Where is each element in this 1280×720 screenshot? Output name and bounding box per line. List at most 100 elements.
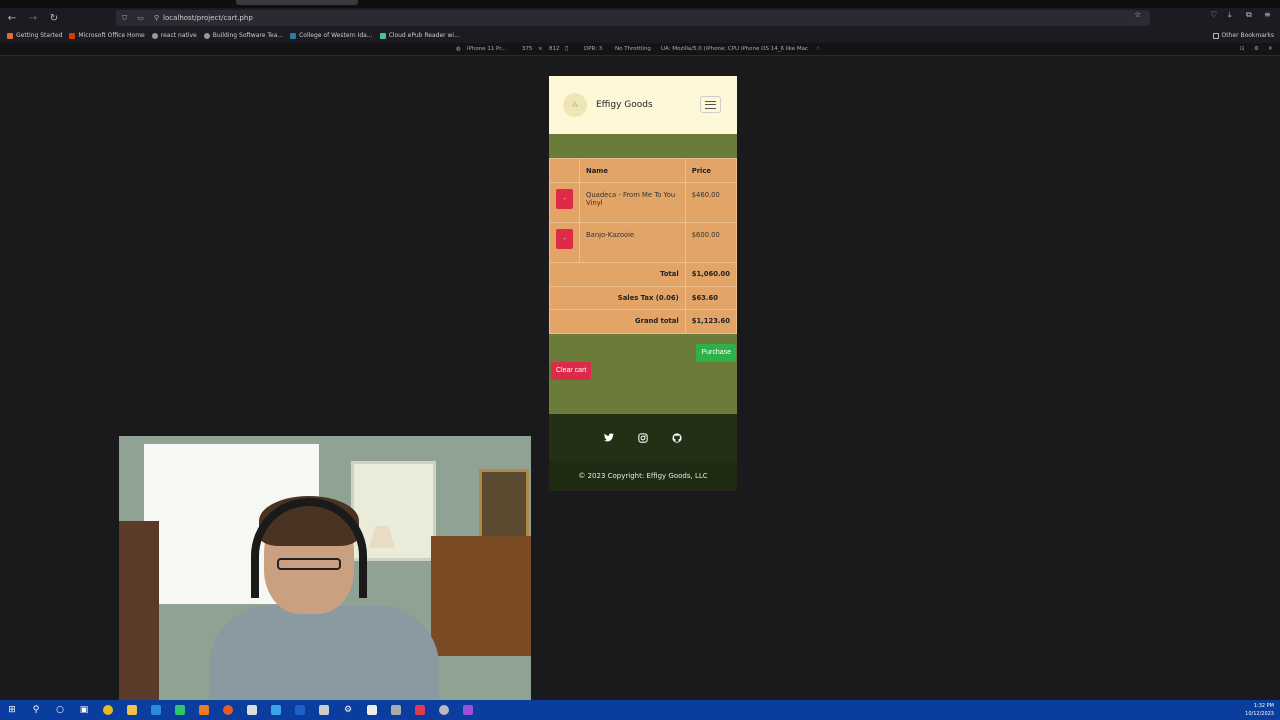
bookmarks-bar: Getting Started Microsoft Office Home re… <box>0 28 1280 43</box>
app-icon[interactable] <box>408 700 432 720</box>
column-header: Name <box>579 158 686 183</box>
device-icon: ◍ <box>456 46 461 52</box>
remove-item-button[interactable]: - <box>556 189 573 209</box>
address-bar[interactable]: ⛉ ▭ ⚲ localhost/project/cart.php <box>116 10 1150 26</box>
rotate-icon[interactable]: ▯⃗ <box>565 46 568 52</box>
table-header-row: Name Price <box>549 158 737 183</box>
total-row: Total $1,060.00 <box>549 262 737 287</box>
clear-cart-button[interactable]: Clear cart <box>551 361 592 380</box>
extensions-icon[interactable]: ⧉ <box>1246 10 1252 20</box>
notepad-icon[interactable] <box>360 700 384 720</box>
chrome-icon[interactable] <box>96 700 120 720</box>
person-torso <box>209 606 439 704</box>
vscode-icon[interactable] <box>144 700 168 720</box>
bookmark-item[interactable]: react native <box>151 32 197 39</box>
back-icon[interactable]: ← <box>3 9 21 27</box>
item-name: Quadeca - From Me To You Vinyl <box>579 182 686 223</box>
piano <box>431 536 531 656</box>
purchase-button[interactable]: Purchase <box>696 343 736 362</box>
webcam-overlay <box>119 436 531 704</box>
task-view-icon[interactable]: ▣ <box>72 700 96 720</box>
download-icon[interactable]: ⤓ <box>1228 10 1232 20</box>
bookmark-item[interactable]: Cloud ePub Reader wi... <box>379 32 460 39</box>
windows-taskbar: ⊞ ⚲ ○ ▣ ⚙ 1:32 PM 10/12/2023 <box>0 700 1280 720</box>
twitter-icon[interactable] <box>603 432 615 444</box>
app-icon[interactable] <box>432 700 456 720</box>
xampp-icon[interactable] <box>192 700 216 720</box>
app-icon[interactable] <box>240 700 264 720</box>
cart-table: Name Price - Quadeca - From Me To You Vi… <box>549 158 737 334</box>
banner-strip <box>549 134 737 158</box>
wall-painting <box>479 469 529 544</box>
file-explorer-icon[interactable] <box>120 700 144 720</box>
pocket-icon[interactable]: ♡ <box>1210 10 1217 19</box>
other-bookmarks[interactable]: Other Bookmarks <box>1212 32 1274 39</box>
instagram-icon[interactable] <box>637 432 649 444</box>
tax-label: Sales Tax (0.06) <box>549 285 686 310</box>
app-icon[interactable] <box>288 700 312 720</box>
office-icon <box>69 32 76 39</box>
mobile-viewport: ⁂ Effigy Goods Name Price - Quadeca - Fr… <box>549 76 737 491</box>
copyright-text: © 2023 Copyright: Effigy Goods, LLC <box>549 460 737 491</box>
app-icon[interactable] <box>384 700 408 720</box>
height-input[interactable]: 812 <box>549 46 560 52</box>
bookmark-item[interactable]: College of Western Ida... <box>290 32 373 39</box>
tax-row: Sales Tax (0.06) $63.60 <box>549 285 737 310</box>
bookmark-item[interactable]: Building Software Tea... <box>203 32 283 39</box>
site-info-icon: ⚲ <box>153 14 160 22</box>
start-icon[interactable]: ⊞ <box>0 700 24 720</box>
column-header: Price <box>684 158 737 183</box>
app-icon[interactable] <box>456 700 480 720</box>
width-input[interactable]: 375 <box>522 46 533 52</box>
logo-icon[interactable]: ⁂ <box>563 93 587 117</box>
table-row: - Quadeca - From Me To You Vinyl $460.00 <box>549 182 737 223</box>
bookshelf <box>119 521 159 704</box>
grand-total-row: Grand total $1,123.60 <box>549 309 737 334</box>
glasses <box>277 558 341 570</box>
search-icon[interactable]: ⚲ <box>24 700 48 720</box>
user-agent-input[interactable]: UA: Mozilla/5.0 (iPhone; CPU iPhone OS 1… <box>661 46 808 52</box>
total-label: Total <box>549 262 686 287</box>
item-price: $600.00 <box>684 222 737 263</box>
app-icon[interactable] <box>168 700 192 720</box>
page-icon: ▭ <box>137 14 144 22</box>
reload-icon[interactable]: ↻ <box>45 9 63 27</box>
system-clock[interactable]: 1:32 PM 10/12/2023 <box>1245 702 1274 718</box>
folder-icon <box>1212 32 1219 39</box>
bookmark-star-icon[interactable]: ☆ <box>1134 10 1141 19</box>
item-name: Banjo-Kazooie <box>579 222 686 263</box>
app-icon[interactable] <box>264 700 288 720</box>
total-value: $1,060.00 <box>684 262 737 287</box>
bookmark-item[interactable]: Getting Started <box>7 32 62 39</box>
screenshot-icon[interactable]: ⊡ <box>1240 46 1245 52</box>
touch-icon[interactable]: ☝ <box>816 46 819 52</box>
active-tab[interactable] <box>236 0 358 5</box>
close-icon[interactable]: ✕ <box>1268 46 1273 52</box>
cart-actions: Purchase Clear cart <box>549 334 737 414</box>
github-icon[interactable] <box>671 432 683 444</box>
hamburger-menu-icon[interactable] <box>700 96 721 113</box>
dpr-select[interactable]: DPR: 3 <box>584 46 602 52</box>
settings-icon[interactable]: ⚙ <box>1254 46 1259 52</box>
app-icon[interactable] <box>312 700 336 720</box>
url-text: localhost/project/cart.php <box>163 14 253 22</box>
settings-icon[interactable]: ⚙ <box>336 700 360 720</box>
bookmark-item[interactable]: Microsoft Office Home <box>69 32 145 39</box>
globe-icon <box>203 32 210 39</box>
grand-total-label: Grand total <box>549 309 686 334</box>
brand-name[interactable]: Effigy Goods <box>596 100 653 110</box>
remove-item-button[interactable]: - <box>556 229 573 249</box>
device-select[interactable]: iPhone 11 Pr... <box>467 46 506 52</box>
shield-icon: ⛉ <box>122 13 128 22</box>
clock-date: 10/12/2023 <box>1245 711 1274 717</box>
cortana-icon[interactable]: ○ <box>48 700 72 720</box>
item-price: $460.00 <box>684 182 737 223</box>
site-navbar: ⁂ Effigy Goods <box>549 76 737 134</box>
throttling-select[interactable]: No Throttling <box>615 46 651 52</box>
firefox-icon[interactable] <box>216 700 240 720</box>
menu-icon[interactable]: ≡ <box>1264 10 1271 19</box>
globe-icon <box>151 32 158 39</box>
column-header <box>549 158 580 183</box>
table-row: - Banjo-Kazooie $600.00 <box>549 222 737 263</box>
forward-icon[interactable]: → <box>24 9 42 27</box>
